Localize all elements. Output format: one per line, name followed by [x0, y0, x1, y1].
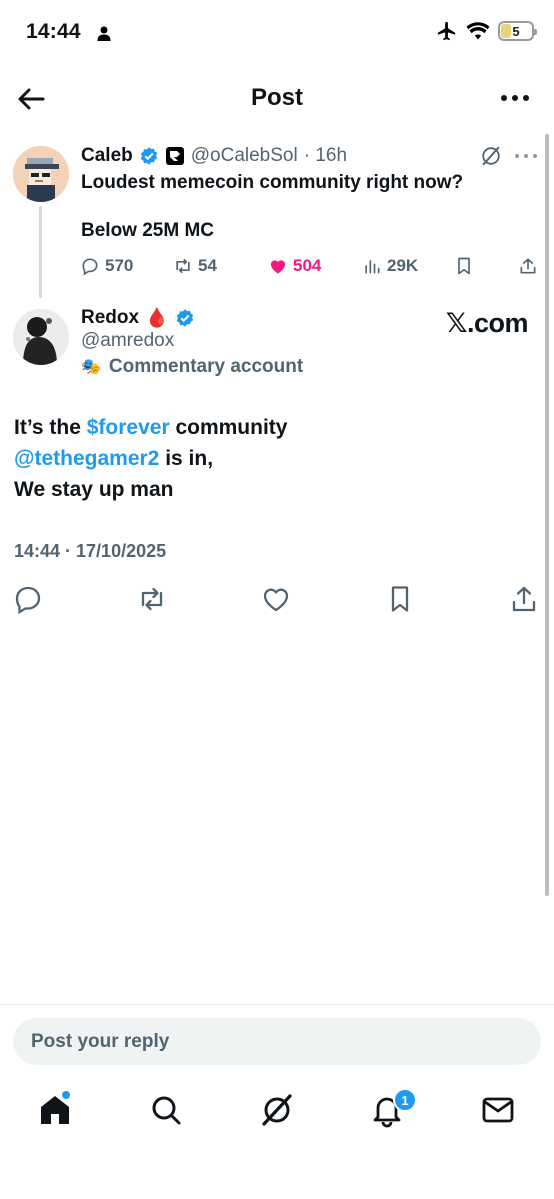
divider	[0, 1004, 554, 1005]
bookmark-action[interactable]	[454, 256, 474, 276]
blood-drop-emoji: 🩸	[145, 308, 169, 329]
share-icon	[520, 258, 536, 274]
scrollbar[interactable]	[545, 134, 549, 896]
main-post-actions	[0, 584, 554, 616]
account-label[interactable]: 🎭 Commentary account	[81, 356, 303, 378]
verified-badge-icon	[140, 147, 157, 165]
cashtag-link[interactable]: $forever	[87, 416, 170, 439]
watermark: 𝕏.com	[445, 308, 529, 338]
avatar[interactable]	[13, 146, 69, 202]
parent-post-text-line2: Below 25M MC	[81, 220, 215, 241]
post-text-segment: It’s the	[14, 416, 87, 439]
reply-action[interactable]: 570	[80, 256, 133, 276]
author-handle[interactable]: @oCalebSol	[191, 145, 298, 167]
thread-connector	[39, 206, 42, 298]
repost-icon	[176, 258, 190, 274]
bookmark-icon[interactable]	[385, 584, 415, 614]
post-age: · 16h	[303, 145, 348, 166]
account-label-text: Commentary account	[108, 356, 304, 377]
post-text-segment: is in,	[159, 447, 214, 470]
post-header: Post	[0, 70, 554, 126]
pixel-avatar-icon	[13, 146, 69, 202]
reply-input[interactable]: Post your reply	[13, 1018, 541, 1065]
author-name[interactable]: Redox	[81, 307, 139, 329]
airplane-icon	[437, 21, 456, 41]
heart-icon[interactable]	[261, 584, 291, 614]
wifi-icon	[466, 22, 490, 40]
author-handle[interactable]: @amredox	[81, 330, 174, 352]
notifications-badge: 1	[393, 1088, 417, 1112]
reply-count: 570	[105, 256, 134, 275]
battery-percent: 5	[512, 23, 520, 39]
post-text-segment: community	[169, 416, 288, 439]
share-action[interactable]	[518, 256, 538, 276]
avatar[interactable]	[13, 309, 69, 365]
bookmark-icon	[458, 257, 470, 275]
view-count: 29K	[387, 256, 419, 275]
affiliate-badge-icon	[165, 147, 184, 165]
grok-icon[interactable]	[259, 1092, 295, 1128]
battery-level	[501, 24, 511, 38]
repost-action[interactable]: 54	[173, 256, 217, 276]
grok-icon[interactable]	[480, 145, 502, 167]
views-icon	[365, 260, 380, 274]
silhouette-avatar-icon	[13, 309, 69, 365]
reply-icon[interactable]	[13, 584, 43, 614]
like-count: 504	[293, 256, 322, 275]
verified-badge-icon	[176, 309, 193, 327]
search-icon[interactable]	[148, 1092, 184, 1128]
parent-post-text-line1: Loudest memecoin community right now?	[81, 172, 464, 193]
parent-author-row: Caleb @oCalebSol · 16h	[81, 145, 347, 167]
repost-count: 54	[198, 256, 217, 275]
messages-icon[interactable]	[480, 1092, 516, 1128]
views-action[interactable]: 29K	[362, 256, 418, 276]
home-unread-dot	[62, 1091, 70, 1099]
post-timestamp[interactable]: 14:44 · 17/10/2025	[14, 541, 166, 562]
heart-filled-icon	[270, 260, 286, 274]
reply-icon	[82, 258, 98, 276]
page-title: Post	[250, 84, 303, 111]
author-name-row: Redox 🩸	[81, 306, 195, 330]
battery-indicator: 5	[498, 21, 537, 41]
author-name[interactable]: Caleb	[81, 145, 133, 167]
mention-link[interactable]: @tethegamer2	[14, 447, 159, 470]
post-body: It’s the $forever community @tethegamer2…	[14, 412, 534, 505]
status-indicators: 5	[436, 20, 537, 42]
theater-masks-icon: 🎭	[81, 359, 101, 376]
share-icon[interactable]	[509, 584, 539, 614]
more-options-icon[interactable]	[514, 151, 538, 161]
status-time: 14:44	[26, 20, 81, 43]
reply-placeholder: Post your reply	[31, 1031, 170, 1052]
bottom-tab-bar	[0, 1084, 554, 1144]
repost-icon[interactable]	[137, 584, 167, 614]
more-options-icon[interactable]	[500, 88, 530, 108]
post-text-segment: We stay up man	[14, 478, 174, 501]
parent-post-actions: 570 54 504 29K	[80, 256, 540, 282]
like-action[interactable]: 504	[268, 256, 321, 276]
person-icon	[97, 26, 111, 41]
status-bar: 14:44 5	[0, 0, 554, 66]
